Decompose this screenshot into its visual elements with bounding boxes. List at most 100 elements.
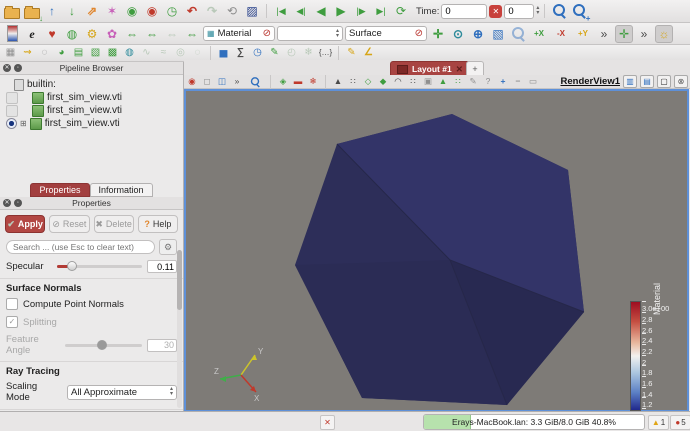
export-data-button[interactable]: ↑ [43, 2, 61, 20]
zoom-to-box-button[interactable]: ▧ [489, 25, 507, 43]
representation-select[interactable]: Surface ⊘ [345, 26, 427, 41]
open-file-button[interactable] [3, 2, 21, 20]
last-frame-button[interactable]: ▶| [372, 2, 390, 20]
pick-center-icon[interactable]: ◈ [277, 76, 289, 88]
scaling-mode-select[interactable]: All Approximate ▴ ▾ [67, 384, 177, 400]
palette-icon[interactable]: ✿ [103, 25, 121, 43]
errors-badge[interactable]: ● 5 [670, 415, 690, 430]
reset-camera-closest-button[interactable]: ⊕ [469, 25, 487, 43]
threshold-filter-button[interactable]: ▩ [105, 46, 120, 60]
add-selection-icon[interactable]: + [497, 76, 509, 88]
color-by-select[interactable]: ▦ Material ⊘ [203, 26, 275, 41]
pipeline-item-row[interactable]: first_sim_view.vti [6, 91, 183, 104]
color-wand-icon[interactable]: ✶ [103, 2, 121, 20]
rescale-visible-button[interactable]: ⇔ [183, 25, 201, 43]
undo-camera-icon[interactable]: ◻ [201, 76, 213, 88]
catalyst-connect-icon[interactable]: ◉ [123, 2, 141, 20]
zoom-add-magnifier-icon[interactable]: + [570, 2, 590, 23]
ruler-tool-button[interactable]: ✎ [344, 46, 359, 60]
warnings-badge[interactable]: ▲ 1 [648, 415, 669, 430]
redo-button[interactable]: ↷ [203, 2, 221, 20]
render-settings-icon[interactable]: ▨ [243, 2, 261, 20]
slice-filter-button[interactable]: ▤ [71, 46, 86, 60]
rescale-temporal-button[interactable]: ⇔ [163, 25, 181, 43]
apply-button[interactable]: ✔ Apply [5, 215, 46, 233]
next-frame-button[interactable]: |▶ [352, 2, 370, 20]
pipeline-item-row-selected[interactable]: ⊞ first_sim_view.vti [6, 117, 183, 130]
first-frame-button[interactable]: |◀ [272, 2, 290, 20]
select-polygon-cells-icon[interactable]: ◠ [392, 76, 404, 88]
abort-progress-button[interactable]: ✕ [320, 415, 335, 430]
camera-icon[interactable]: ◉ [186, 76, 198, 88]
close-dock-button[interactable]: ✕ [3, 199, 11, 207]
search-options-gear-icon[interactable]: ⚙ [159, 239, 177, 255]
pipeline-item-row[interactable]: first_sim_view.vti [6, 104, 183, 117]
zoom-to-data-button[interactable]: ⊙ [449, 25, 467, 43]
plot-over-line-button[interactable]: ✎ [267, 46, 282, 60]
clear-selection-icon[interactable]: ▭ [527, 76, 539, 88]
calculator-filter-button[interactable]: ▦ [3, 46, 18, 60]
timer-icon[interactable]: ◷ [163, 2, 181, 20]
edit-colormap-button[interactable]: e [23, 25, 41, 43]
reset-camera-button[interactable]: ✛ [429, 25, 447, 43]
catalyst-pause-icon[interactable]: ◉ [143, 2, 161, 20]
help-button[interactable]: ? Help [137, 215, 178, 233]
render-viewport[interactable]: Y Z X 3.0e+00 2.8 2.6 2.4 2.2 2 1.8 1.6 … [184, 89, 689, 419]
specular-slider[interactable] [57, 261, 142, 271]
play-reverse-button[interactable]: ◀ [312, 2, 330, 20]
resize-icon[interactable]: ⇗ [83, 2, 101, 20]
select-polygon-points-icon[interactable]: ∷ [407, 76, 419, 88]
probe-filter-button[interactable]: ◌ [37, 46, 52, 60]
close-layout-icon[interactable]: ✕ [456, 64, 463, 75]
light-kit-toggle[interactable]: ☼ [655, 24, 673, 43]
component-select[interactable]: ▴ ▾ [277, 26, 343, 41]
clear-array-icon[interactable]: ⊘ [263, 28, 271, 39]
view-minus-x-button[interactable]: -X [551, 26, 571, 42]
split-vertical-button[interactable]: ▤ [640, 75, 654, 88]
play-button[interactable]: ▶ [332, 2, 350, 20]
reset-center-icon[interactable]: ▬ [292, 76, 304, 88]
select-block-icon[interactable]: ▣ [422, 76, 434, 88]
python-calculator-button[interactable]: {…} [318, 46, 333, 60]
properties-scrollbar[interactable] [177, 250, 182, 408]
zoom-magnifier-icon[interactable] [550, 2, 568, 20]
compute-point-normals-checkbox[interactable] [6, 298, 18, 310]
select-frustum-cells-icon[interactable]: ◇ [362, 76, 374, 88]
previous-frame-button[interactable]: ◀| [292, 2, 310, 20]
clear-representation-icon[interactable]: ⊘ [415, 28, 423, 39]
compute-point-normals-row[interactable]: Compute Point Normals [0, 295, 183, 313]
chevrons-icon[interactable]: » [231, 76, 243, 88]
rescale-to-data-button[interactable]: ⇔ [123, 25, 141, 43]
add-layout-tab[interactable]: + [466, 61, 484, 76]
integrate-variables-button[interactable]: ∑ [233, 46, 248, 60]
float-dock-button[interactable]: ◦ [14, 199, 22, 207]
clip-filter-button[interactable]: ◕ [54, 46, 69, 60]
search-input[interactable] [6, 240, 155, 254]
slider-knob[interactable] [67, 261, 77, 271]
interactive-select-points-icon[interactable]: ∷ [452, 76, 464, 88]
view-plus-x-button[interactable]: +X [529, 26, 549, 42]
hover-points-icon[interactable]: ? [482, 76, 494, 88]
toggle-color-legend-button[interactable] [3, 25, 21, 43]
undo-button[interactable]: ↶ [183, 2, 201, 20]
tab-properties[interactable]: Properties [30, 183, 90, 197]
tab-information[interactable]: Information [89, 183, 153, 197]
rescale-custom-button[interactable]: ⇔ [143, 25, 161, 43]
save-state-button[interactable]: ↓ [23, 2, 43, 23]
pipeline-server-row[interactable]: builtin: [6, 78, 183, 91]
select-frustum-points-icon[interactable]: ◆ [377, 76, 389, 88]
specular-value-field[interactable] [147, 260, 177, 273]
center-axes-toggle[interactable]: ✛ [615, 24, 633, 43]
loop-button[interactable]: ⟳ [392, 2, 410, 20]
clip-box-filter-button[interactable]: ▧ [88, 46, 103, 60]
maximize-view-button[interactable]: ▢ [657, 75, 671, 88]
visibility-off-icon[interactable] [6, 91, 18, 104]
plot-over-time-button[interactable]: ◷ [250, 46, 265, 60]
subtract-selection-icon[interactable]: − [512, 76, 524, 88]
preset-colormap-icon[interactable]: ◍ [63, 25, 81, 43]
interactive-select-cells-icon[interactable]: ▲ [437, 76, 449, 88]
protractor-tool-button[interactable]: ∠ [361, 46, 376, 60]
float-dock-button[interactable]: ◦ [14, 64, 22, 72]
visibility-on-icon[interactable] [6, 118, 17, 129]
close-view-button[interactable]: ⊗ [674, 75, 688, 88]
